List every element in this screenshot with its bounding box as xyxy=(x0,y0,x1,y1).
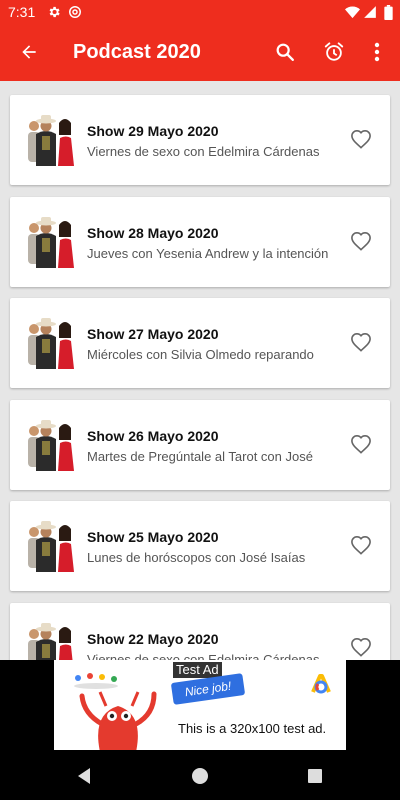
more-vert-icon xyxy=(374,42,380,62)
at-sign-icon xyxy=(67,4,83,20)
app-bar: Podcast 2020 xyxy=(0,24,400,81)
favorite-button[interactable] xyxy=(348,229,374,253)
episode-title: Show 29 Mayo 2020 xyxy=(87,123,219,139)
favorite-button[interactable] xyxy=(348,330,374,354)
heart-outline-icon xyxy=(351,129,371,149)
episode-thumbnail xyxy=(18,417,80,475)
episode-subtitle: Martes de Pregúntale al Tarot con José xyxy=(87,448,313,464)
arrow-left-icon xyxy=(22,45,36,59)
home-circle-icon xyxy=(192,768,208,784)
episode-thumbnail xyxy=(18,518,80,576)
episode-thumbnail xyxy=(18,214,80,272)
ad-text: This is a 320x100 test ad. xyxy=(178,721,327,736)
ad-illustration xyxy=(74,673,157,750)
back-button[interactable] xyxy=(11,34,47,70)
heart-outline-icon xyxy=(351,637,371,657)
episode-card[interactable]: Show 22 Mayo 2020 Viernes de sexo con Ed… xyxy=(10,602,390,661)
status-bar: 7:31 xyxy=(0,0,400,24)
search-icon xyxy=(276,43,294,61)
episode-title: Show 28 Mayo 2020 xyxy=(87,224,219,241)
heart-outline-icon xyxy=(351,434,371,454)
test-ad-banner[interactable]: Test Ad Nice job! This is a 320x100 test… xyxy=(54,660,346,750)
favorite-button[interactable] xyxy=(348,432,374,456)
episode-title: Show 22 Mayo 2020 xyxy=(87,630,219,647)
recents-square-icon xyxy=(308,769,322,783)
nav-back-button[interactable] xyxy=(72,764,96,788)
favorite-button[interactable] xyxy=(348,533,374,557)
page-title: Podcast 2020 xyxy=(73,41,201,63)
nav-recents-button[interactable] xyxy=(303,764,327,788)
episode-subtitle: Jueves con Yesenia Andrew y la intención xyxy=(87,245,329,261)
episode-title: Show 27 Mayo 2020 xyxy=(87,326,219,342)
episode-subtitle: Viernes de sexo con Edelmira Cárdenas xyxy=(87,144,320,159)
favorite-button[interactable] xyxy=(348,127,374,151)
episode-card[interactable]: Show 26 Mayo 2020 Martes de Pregúntale a… xyxy=(10,399,390,490)
episode-list[interactable]: Show 29 Mayo 2020 Viernes de sexo con Ed… xyxy=(0,81,400,660)
episode-card[interactable]: Show 29 Mayo 2020 Viernes de sexo con Ed… xyxy=(10,95,390,185)
heart-outline-icon xyxy=(351,535,371,555)
search-button[interactable] xyxy=(267,34,303,70)
episode-thumbnail xyxy=(18,112,80,170)
status-time: 7:31 xyxy=(8,4,36,20)
episode-title: Show 26 Mayo 2020 xyxy=(87,427,219,444)
system-nav-bar xyxy=(0,752,400,800)
alarm-clock-icon xyxy=(324,42,344,61)
episode-subtitle: Lunes de horóscopos con José Isaías xyxy=(87,550,306,565)
heart-outline-icon xyxy=(351,231,371,251)
ad-choices-icon[interactable] xyxy=(309,672,333,696)
episode-title: Show 25 Mayo 2020 xyxy=(87,529,219,545)
favorite-button[interactable] xyxy=(348,635,374,659)
ad-banner-container: Test Ad Nice job! This is a 320x100 test… xyxy=(0,660,400,752)
back-triangle-icon xyxy=(78,768,90,784)
signal-icon xyxy=(362,4,378,20)
gear-icon xyxy=(46,4,62,20)
wifi-icon xyxy=(344,4,360,20)
episode-thumbnail xyxy=(18,620,80,660)
episode-thumbnail xyxy=(18,315,80,373)
battery-icon xyxy=(380,4,396,20)
episode-card[interactable]: Show 27 Mayo 2020 Miércoles con Silvia O… xyxy=(10,298,390,388)
episode-subtitle: Viernes de sexo con Edelmira Cárdenas xyxy=(87,651,320,661)
episode-card[interactable]: Show 28 Mayo 2020 Jueves con Yesenia And… xyxy=(10,196,390,287)
heart-outline-icon xyxy=(351,332,371,352)
episode-card[interactable]: Show 25 Mayo 2020 Lunes de horóscopos co… xyxy=(10,501,390,591)
nav-home-button[interactable] xyxy=(188,764,212,788)
episode-subtitle: Miércoles con Silvia Olmedo reparando xyxy=(87,347,314,362)
more-options-button[interactable] xyxy=(359,34,395,70)
alarm-button[interactable] xyxy=(316,34,352,70)
